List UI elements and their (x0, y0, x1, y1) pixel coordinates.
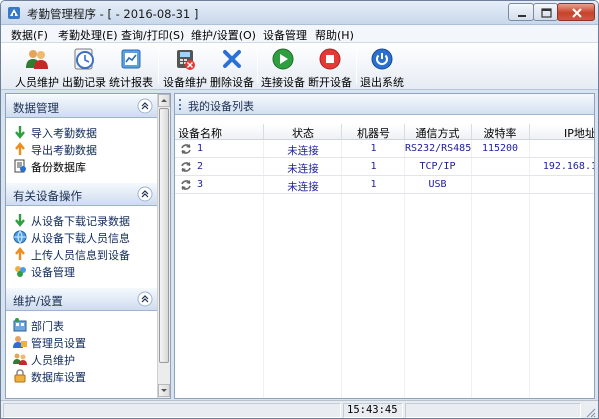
toolbar: 人员维护 出勤记录 统计报表 设备维护 删除设备 连接设备 断开设备 退出系统 (1, 43, 598, 90)
section-body-device-operations: 从设备下载记录数据 从设备下载人员信息 上传人员信息到设备 设备管理 (6, 207, 158, 283)
toolbar-connect-button[interactable]: 连接设备 (260, 45, 306, 89)
maximize-button[interactable] (533, 3, 558, 21)
app-logo-icon (8, 7, 20, 19)
clock-icon (74, 48, 94, 70)
sync-icon (181, 162, 191, 172)
navigation-panel: 数据管理 导入考勤数据 导出考勤数据 备份数据库 有关设备操作 从设备下载记录数… (5, 93, 171, 399)
status-cell-extra (405, 403, 581, 418)
table-row[interactable]: 2 未连接 1 TCP/IP 192.168.1 (175, 158, 594, 176)
section-header-device-operations[interactable]: 有关设备操作 (6, 182, 158, 206)
menu-bar: 数据(F) 考勤处理(E) 查询/打印(S) 维护/设置(O) 设备管理 帮助(… (1, 25, 598, 43)
column-header-status[interactable]: 状态 (268, 125, 338, 141)
column-header-baud[interactable]: 波特率 (473, 125, 527, 141)
backup-document-icon (14, 159, 26, 173)
navigation-scrollbar[interactable] (157, 94, 170, 398)
scroll-down-button[interactable] (158, 384, 170, 397)
device-list-title: 我的设备列表 (188, 100, 254, 113)
arrow-down-green-icon (15, 214, 25, 227)
menu-query-print[interactable]: 查询/打印(S) (121, 27, 184, 43)
arrow-down-icon (161, 389, 167, 392)
section-header-data-management[interactable]: 数据管理 (6, 94, 158, 118)
toolbar-separator (158, 48, 159, 84)
device-icon (177, 50, 195, 70)
scroll-up-button[interactable] (158, 94, 170, 107)
admin-icon (13, 336, 27, 348)
people-icon (13, 353, 27, 365)
toolbar-exit-button[interactable]: 退出系统 (359, 45, 405, 89)
toolbar-delete-device-button[interactable]: 删除设备 (209, 45, 255, 89)
close-icon (572, 8, 582, 18)
menu-device[interactable]: 设备管理 (263, 27, 307, 43)
close-button[interactable] (557, 3, 595, 21)
delete-x-icon (223, 50, 241, 68)
status-cell-main (3, 403, 341, 418)
lock-icon (14, 369, 26, 383)
collapse-chevron-icon[interactable] (137, 291, 153, 307)
toolbar-disconnect-button[interactable]: 断开设备 (307, 45, 353, 89)
title-bar[interactable]: 考勤管理程序 - [ - 2016-08-31 ] (1, 1, 598, 25)
arrow-down-green-icon (15, 126, 25, 139)
scroll-thumb[interactable] (159, 108, 169, 363)
toolbar-people-button[interactable]: 人员维护 (14, 45, 60, 89)
minimize-icon (518, 15, 526, 17)
device-group-icon (15, 266, 26, 277)
resize-grip-icon[interactable] (584, 406, 596, 418)
arrow-up-icon (161, 99, 167, 102)
column-header-name[interactable]: 设备名称 (178, 125, 228, 141)
department-icon (13, 318, 27, 332)
menu-data[interactable]: 数据(F) (11, 27, 48, 43)
status-bar: 15:43:45 (1, 400, 598, 418)
window-title: 考勤管理程序 - [ - 2016-08-31 ] (27, 7, 199, 21)
arrow-up-orange-icon (15, 142, 25, 155)
maximize-icon (541, 8, 552, 18)
toolbar-device-maintenance-button[interactable]: 设备维护 (162, 45, 208, 89)
sync-icon (181, 180, 191, 190)
sync-icon (181, 144, 191, 154)
power-icon (371, 48, 393, 70)
play-icon (272, 48, 294, 70)
device-list-panel: 我的设备列表 设备名称 状态 机器号 通信方式 波特率 IP地址 1 未连接 1… (174, 93, 595, 399)
globe-icon (13, 230, 27, 244)
report-icon (121, 49, 141, 69)
menu-attendance[interactable]: 考勤处理(E) (58, 27, 118, 43)
drag-grip-icon (179, 99, 181, 110)
app-window: 考勤管理程序 - [ - 2016-08-31 ] 数据(F) 考勤处理(E) … (0, 0, 599, 419)
section-body-data-management: 导入考勤数据 导出考勤数据 备份数据库 (6, 119, 158, 177)
toolbar-separator (257, 48, 258, 84)
stop-icon (319, 48, 341, 70)
toolbar-report-button[interactable]: 统计报表 (108, 45, 154, 89)
section-body-maintenance: 部门表 管理员设置 人员维护 数据库设置 (6, 312, 158, 398)
column-header-ip[interactable]: IP地址 (555, 125, 594, 141)
collapse-chevron-icon[interactable] (137, 186, 153, 202)
table-row[interactable]: 3 未连接 1 USB (175, 176, 594, 194)
menu-maintenance[interactable]: 维护/设置(O) (191, 27, 256, 43)
toolbar-attendance-button[interactable]: 出勤记录 (61, 45, 107, 89)
people-icon (26, 50, 48, 69)
toolbar-separator (356, 48, 357, 84)
minimize-button[interactable] (508, 3, 534, 21)
table-row[interactable]: 1 未连接 1 RS232/RS485 115200 (175, 140, 594, 158)
navigation-content: 数据管理 导入考勤数据 导出考勤数据 备份数据库 有关设备操作 从设备下载记录数… (6, 94, 158, 398)
status-time: 15:43:45 (347, 404, 398, 416)
collapse-chevron-icon[interactable] (137, 98, 153, 114)
table-header: 设备名称 状态 机器号 通信方式 波特率 IP地址 (175, 124, 594, 141)
device-list-header: 我的设备列表 (175, 94, 594, 115)
column-header-comm[interactable]: 通信方式 (405, 125, 470, 141)
menu-help[interactable]: 帮助(H) (315, 27, 354, 43)
column-header-machine[interactable]: 机器号 (341, 125, 406, 141)
arrow-up-orange-icon (15, 247, 25, 260)
section-header-maintenance[interactable]: 维护/设置 (6, 287, 158, 311)
